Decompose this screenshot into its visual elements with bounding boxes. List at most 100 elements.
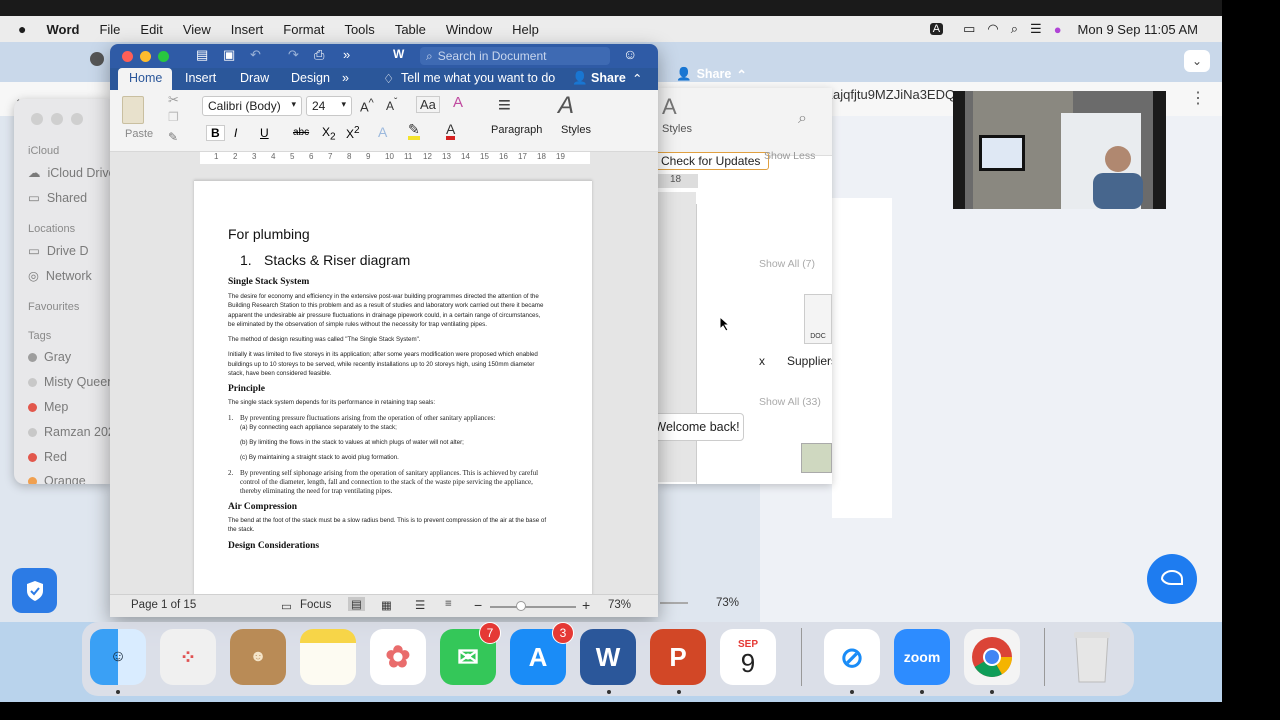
- save-icon[interactable]: ▣: [223, 47, 235, 63]
- menu-table[interactable]: Table: [385, 22, 436, 37]
- heading-single-stack[interactable]: Single Stack System: [228, 277, 548, 287]
- outline-view-icon[interactable]: ☰: [415, 598, 425, 612]
- shrink-font-icon[interactable]: Aˇ: [386, 97, 397, 113]
- document-canvas[interactable]: For plumbing 1. Stacks & Riser diagram S…: [110, 164, 658, 600]
- text-effects-icon[interactable]: A: [378, 124, 387, 140]
- undo-icon[interactable]: ↶: [250, 47, 261, 63]
- paragraph-3[interactable]: Initially it was limited to five storeys…: [228, 350, 548, 378]
- doc-list-heading[interactable]: 1. Stacks & Riser diagram: [228, 252, 548, 268]
- smiley-feedback-icon[interactable]: ☺: [623, 46, 637, 62]
- paragraph-2[interactable]: The method of design resulting was calle…: [228, 335, 548, 344]
- page-count[interactable]: Page 1 of 15: [131, 599, 196, 611]
- clear-formatting-icon[interactable]: A: [453, 94, 463, 111]
- focus-mode-icon[interactable]: ▭: [281, 599, 292, 613]
- tab-insert[interactable]: Insert: [185, 71, 216, 85]
- app-menu[interactable]: Word: [36, 22, 89, 37]
- copy-icon[interactable]: ❐: [168, 110, 179, 124]
- italic-button[interactable]: I: [234, 126, 237, 140]
- paragraph-5[interactable]: The bend at the foot of the stack must b…: [228, 516, 548, 535]
- finder-dock-icon[interactable]: ☺: [90, 629, 146, 685]
- change-case-icon[interactable]: Aa: [416, 96, 440, 113]
- image-thumbnail[interactable]: [801, 443, 832, 473]
- highlight-color-icon[interactable]: ✎: [408, 122, 420, 140]
- show-less-link[interactable]: Show Less: [764, 150, 815, 162]
- font-name-select[interactable]: Calibri (Body) ▾: [202, 96, 302, 116]
- browser-share-button[interactable]: 👤 Share ⌃: [676, 66, 756, 82]
- tab-design[interactable]: Design: [291, 71, 330, 85]
- bold-button[interactable]: B: [206, 125, 225, 141]
- menubar-clock[interactable]: Mon 9 Sep 11:05 AM: [1068, 22, 1222, 37]
- input-source-icon[interactable]: A: [929, 23, 944, 35]
- paste-label[interactable]: Paste: [125, 128, 153, 140]
- print-layout-view-icon[interactable]: ▤: [348, 597, 365, 611]
- list-item-1c[interactable]: (c) By maintaining a straight stack to a…: [240, 453, 548, 462]
- background-zoom-slider[interactable]: [660, 602, 688, 604]
- window-minimize-button[interactable]: [140, 51, 151, 62]
- search-in-document[interactable]: ⌕ Search in Document: [420, 47, 610, 65]
- menu-edit[interactable]: Edit: [130, 22, 172, 37]
- list-item-1[interactable]: 1. By preventing pressure fluctuations a…: [228, 414, 548, 423]
- battery-icon[interactable]: ▭: [957, 21, 981, 37]
- list-item-1b[interactable]: (b) By limiting the flows in the stack t…: [240, 438, 548, 447]
- menu-format[interactable]: Format: [273, 22, 334, 37]
- tab-draw[interactable]: Draw: [240, 71, 269, 85]
- spotlight-search-icon[interactable]: ⌕: [1005, 21, 1024, 37]
- strikethrough-button[interactable]: abc: [293, 127, 309, 138]
- finder-tag-mep[interactable]: Mep: [28, 400, 68, 414]
- safari-dock-icon[interactable]: ⊘: [824, 629, 880, 685]
- control-center-icon[interactable]: ☰: [1024, 21, 1048, 37]
- finder-item-drive-d[interactable]: ▭ Drive D: [28, 243, 88, 259]
- file-label-suppliers[interactable]: Suppliers: [787, 354, 832, 368]
- doc-title[interactable]: For plumbing: [228, 226, 548, 242]
- finder-item-shared[interactable]: ▭ Shared: [28, 190, 87, 206]
- finder-close-button[interactable]: [31, 113, 43, 125]
- zoom-slider-track[interactable]: [490, 606, 576, 608]
- show-all-33-link[interactable]: Show All (33): [759, 396, 821, 408]
- trash-dock-icon[interactable]: [1064, 629, 1120, 685]
- menu-insert[interactable]: Insert: [221, 22, 274, 37]
- paragraph-icon[interactable]: ≡: [498, 92, 511, 118]
- styles-icon[interactable]: A: [558, 92, 574, 120]
- show-all-7-link[interactable]: Show All (7): [759, 258, 815, 270]
- zoom-slider-thumb[interactable]: [516, 601, 526, 611]
- cut-icon[interactable]: ✂: [168, 92, 179, 108]
- check-updates-button[interactable]: Check for Updates: [658, 152, 770, 170]
- launchpad-dock-icon[interactable]: ⁘: [160, 629, 216, 685]
- finder-tag-ramzan[interactable]: Ramzan 2024: [28, 425, 110, 439]
- document-body[interactable]: For plumbing 1. Stacks & Riser diagram S…: [228, 226, 548, 551]
- document-page[interactable]: For plumbing 1. Stacks & Riser diagram S…: [194, 180, 592, 600]
- list-item-2[interactable]: 2. By preventing self siphonage arising …: [228, 469, 548, 496]
- menu-file[interactable]: File: [89, 22, 130, 37]
- menu-view[interactable]: View: [173, 22, 221, 37]
- list-item-1a[interactable]: (a) By connecting each appliance separat…: [240, 423, 548, 432]
- horizontal-ruler[interactable]: 1 2 3 4 5 6 7 8 9 10 11 12 13 14 15 16 17 18 19: [110, 152, 658, 164]
- menu-help[interactable]: Help: [502, 22, 549, 37]
- menu-tools[interactable]: Tools: [334, 22, 384, 37]
- chrome-dock-icon[interactable]: [964, 629, 1020, 685]
- shield-app-icon[interactable]: [12, 568, 57, 613]
- format-painter-icon[interactable]: ✎: [168, 130, 178, 144]
- heading-principle[interactable]: Principle: [228, 384, 548, 394]
- doc-file-icon[interactable]: DOC: [804, 294, 832, 344]
- paragraph-1[interactable]: The desire for economy and efficiency in…: [228, 292, 548, 329]
- heading-design-considerations[interactable]: Design Considerations: [228, 541, 548, 551]
- more-tabs-icon[interactable]: »: [342, 71, 349, 85]
- menu-window[interactable]: Window: [436, 22, 502, 37]
- share-button[interactable]: 👤 Share: [572, 71, 626, 86]
- photos-dock-icon[interactable]: ✿: [370, 629, 426, 685]
- font-color-icon[interactable]: A: [446, 122, 456, 140]
- font-size-select[interactable]: 24 ▾: [306, 96, 352, 116]
- draft-view-icon[interactable]: ≡: [445, 598, 452, 610]
- redo-icon[interactable]: ↷: [288, 47, 299, 63]
- heading-air-compression[interactable]: Air Compression: [228, 502, 548, 512]
- more-menu-icon[interactable]: ⋮: [1190, 88, 1206, 108]
- finder-item-icloud-drive[interactable]: ☁ iCloud Drive: [28, 165, 110, 181]
- word-dock-icon[interactable]: W: [580, 629, 636, 685]
- finder-tag-gray[interactable]: Gray: [28, 350, 71, 364]
- zoom-percent[interactable]: 73%: [608, 599, 631, 611]
- finder-tag-orange[interactable]: Orange: [28, 474, 86, 484]
- wifi-icon[interactable]: ◠: [981, 21, 1004, 37]
- finder-tag-red[interactable]: Red: [28, 450, 67, 464]
- paste-icon[interactable]: [122, 96, 144, 124]
- zoom-out-button[interactable]: −: [474, 597, 482, 613]
